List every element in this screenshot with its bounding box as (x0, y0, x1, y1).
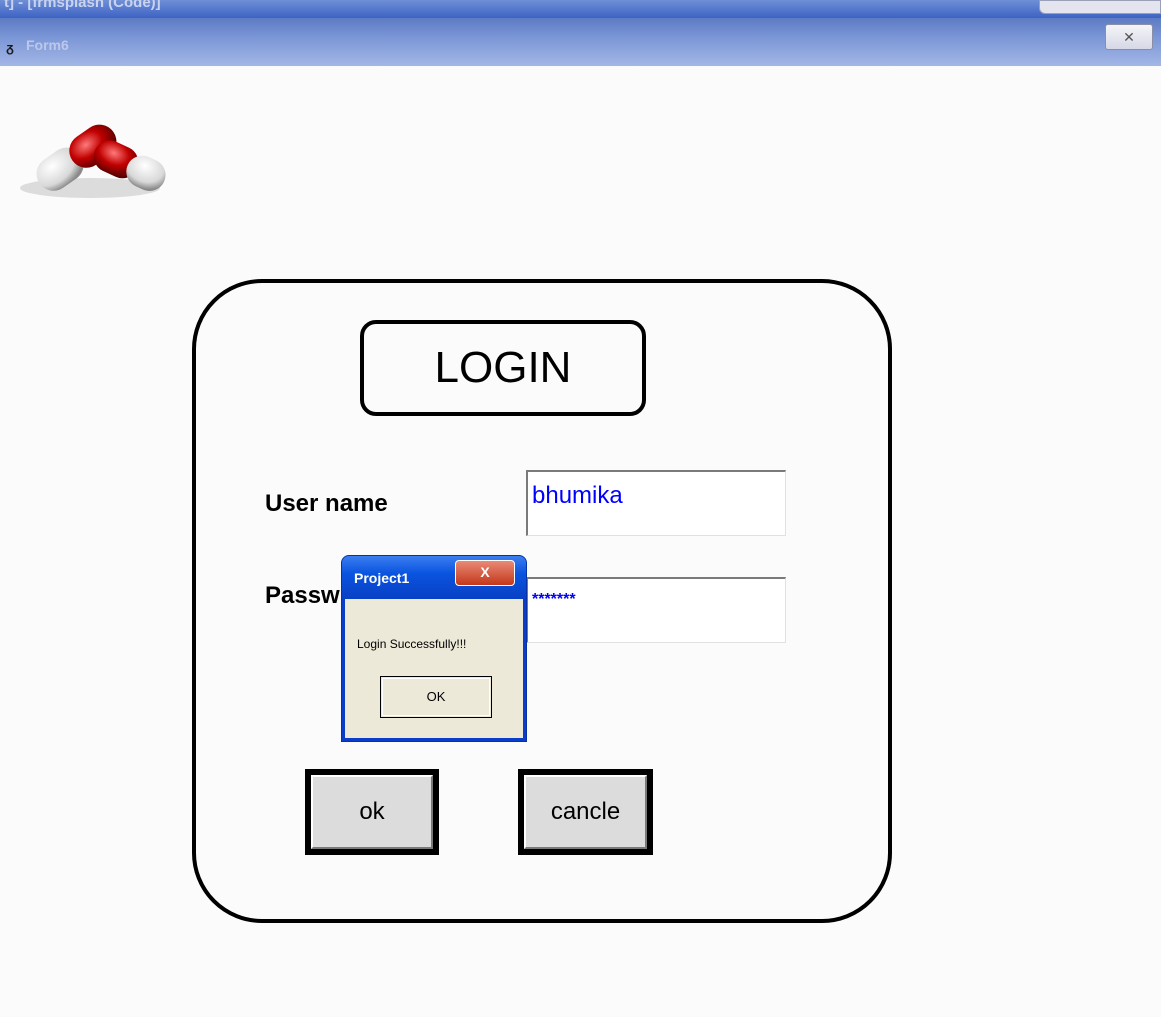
message-dialog-title: Project1 (354, 570, 410, 586)
login-heading-box: LOGIN (360, 320, 646, 416)
message-dialog-titlebar[interactable]: Project1 X (342, 556, 526, 599)
message-dialog-body: Login Successfully!!! OK (345, 599, 523, 738)
ok-button-bevel (311, 775, 433, 849)
username-label: User name (265, 490, 388, 517)
form-title: Form6 (26, 37, 69, 53)
message-dialog: Project1 X Login Successfully!!! OK (341, 555, 527, 742)
login-heading: LOGIN (434, 343, 572, 392)
message-dialog-close-button[interactable]: X (455, 560, 515, 586)
capsule-icon (20, 124, 166, 198)
form-close-button[interactable]: ✕ (1105, 24, 1153, 50)
cancel-button[interactable]: cancle (518, 769, 653, 855)
username-field[interactable]: bhumika (526, 470, 786, 536)
background-window-controls[interactable] (1039, 0, 1161, 14)
form-titlebar[interactable]: ᵹ Form6 ✕ (0, 18, 1161, 66)
background-window-titlebar: t] - [frmsplash (Code)] (0, 0, 1161, 18)
password-field[interactable]: ******* (526, 577, 786, 643)
password-label: Passw (265, 582, 340, 609)
message-dialog-ok-button[interactable]: OK (380, 676, 492, 718)
capsule-logo (8, 76, 188, 232)
close-icon: ✕ (1123, 29, 1135, 45)
cancel-button-bevel (524, 775, 647, 849)
form-icon: ᵹ (6, 40, 14, 55)
message-dialog-ok-label: OK (426, 689, 446, 704)
message-dialog-text: Login Successfully!!! (357, 637, 467, 651)
close-icon: X (480, 564, 490, 580)
ok-button[interactable]: ok (305, 769, 439, 855)
background-window-title: t] - [frmsplash (Code)] (4, 0, 161, 11)
